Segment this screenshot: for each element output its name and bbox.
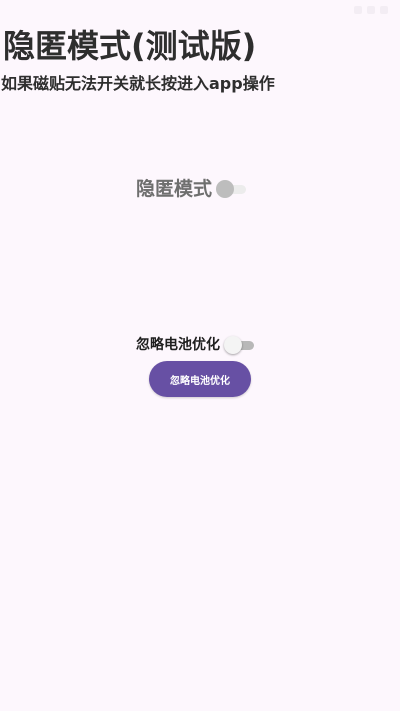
hidden-mode-switch-thumb xyxy=(216,180,235,198)
battery-optimization-label: 忽略电池优化 xyxy=(136,337,220,353)
signal-icon xyxy=(354,6,362,14)
battery-optimization-switch-thumb xyxy=(224,336,242,354)
battery-optimization-switch[interactable] xyxy=(224,336,254,354)
battery-icon xyxy=(380,6,388,14)
page-title: 隐匿模式(测试版) xyxy=(3,27,257,65)
status-icons xyxy=(354,6,388,14)
page-subtitle: 如果磁贴无法开关就长按进入app操作 xyxy=(1,74,275,93)
hidden-mode-label: 隐匿模式 xyxy=(136,178,213,200)
ignore-battery-optimization-button[interactable]: 忽略电池优化 xyxy=(149,361,251,397)
hidden-mode-switch[interactable] xyxy=(216,180,247,198)
wifi-icon xyxy=(367,6,375,14)
hidden-mode-row: 隐匿模式 xyxy=(136,176,247,202)
battery-optimization-row: 忽略电池优化 xyxy=(136,335,254,355)
status-bar xyxy=(0,0,400,24)
